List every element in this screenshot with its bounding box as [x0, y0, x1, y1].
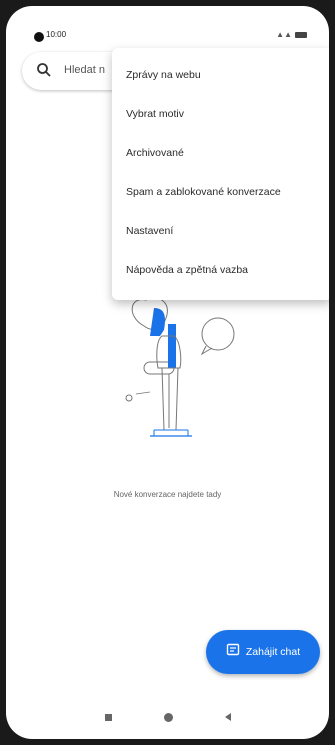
menu-item-help-feedback[interactable]: Nápověda a zpětná vazba — [112, 251, 329, 290]
search-input[interactable]: Hledat n — [64, 64, 105, 76]
search-icon[interactable] — [36, 62, 52, 83]
system-icons: ▲▲ — [276, 30, 307, 39]
signal-icon: ▲▲ — [276, 30, 292, 39]
start-chat-button[interactable]: Zahájit chat — [206, 630, 320, 674]
menu-item-choose-theme[interactable]: Vybrat motiv — [112, 95, 329, 134]
menu-item-settings[interactable]: Nastavení — [112, 212, 329, 251]
navigation-bar — [6, 695, 329, 739]
empty-state-text: Nové konverzace najdete tady — [113, 490, 222, 499]
phone-screen: 10:00 ▲▲ Hledat n Nové konverzace najdet… — [6, 6, 329, 739]
overflow-menu: Zprávy na webu Vybrat motiv Archivované … — [112, 48, 329, 300]
recents-icon[interactable] — [104, 713, 112, 721]
menu-item-messages-web[interactable]: Zprávy na webu — [112, 56, 329, 95]
battery-icon — [295, 31, 307, 38]
camera-cutout — [34, 32, 44, 42]
start-chat-label: Zahájit chat — [245, 646, 301, 658]
menu-item-archived[interactable]: Archivované — [112, 134, 329, 173]
back-icon[interactable] — [224, 713, 231, 721]
home-icon[interactable] — [163, 712, 173, 722]
menu-item-spam-blocked[interactable]: Spam a zablokované konverzace — [112, 173, 329, 212]
status-time: 10:00 — [46, 30, 67, 39]
empty-state-illustration — [125, 297, 235, 437]
status-bar: 10:00 ▲▲ — [6, 6, 329, 50]
chat-icon — [226, 643, 240, 662]
